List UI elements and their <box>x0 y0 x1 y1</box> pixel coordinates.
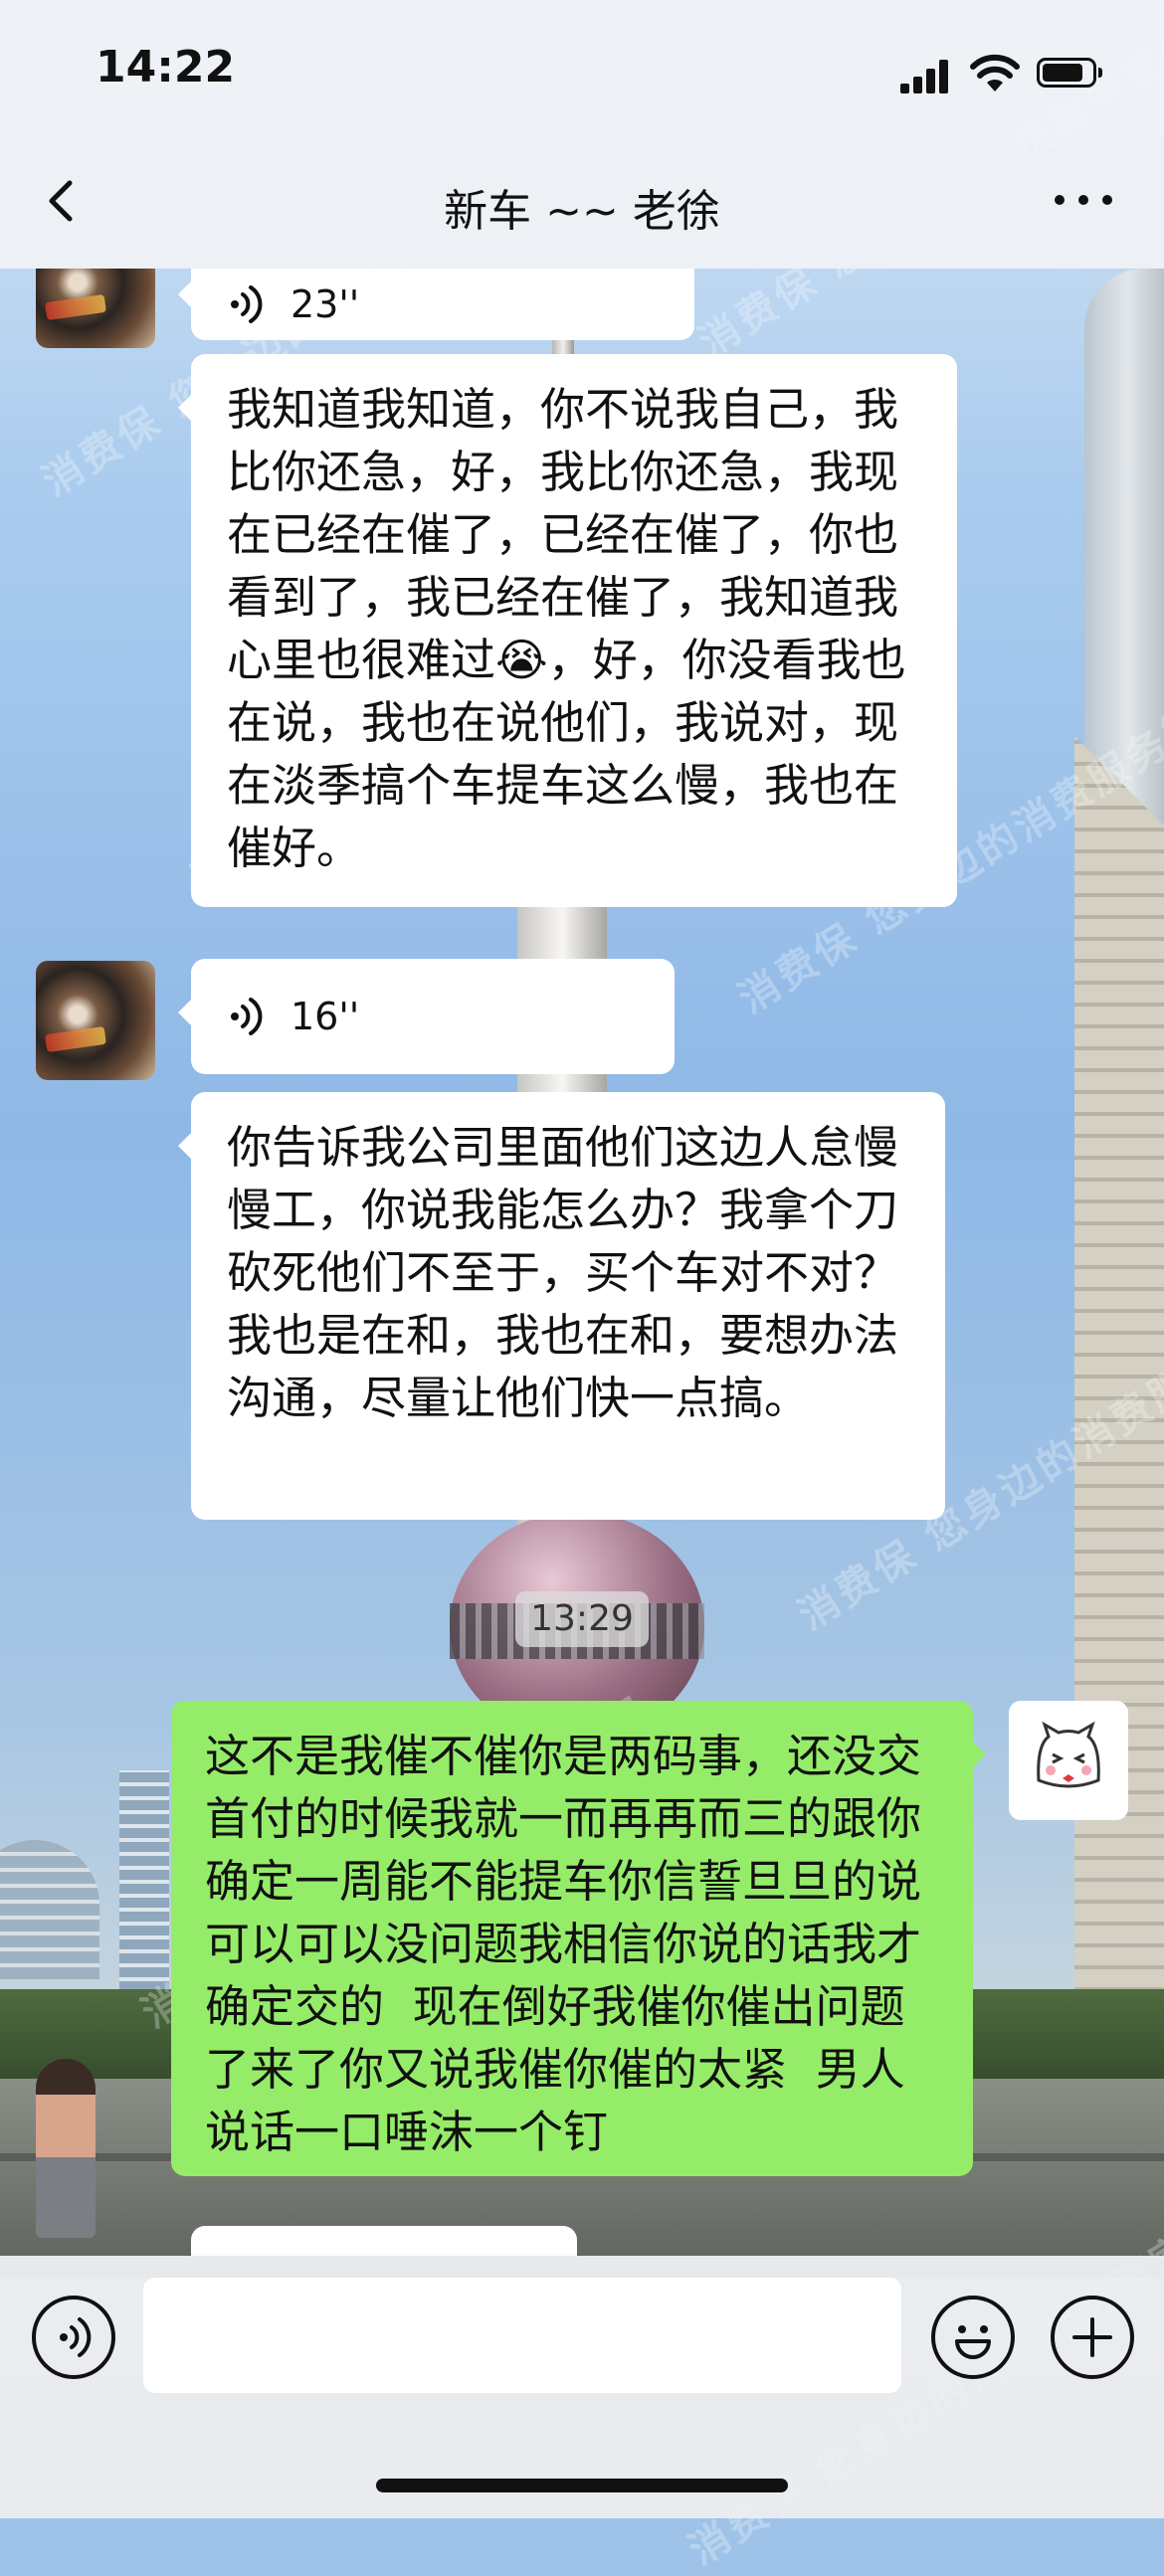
battery-icon <box>1037 58 1102 88</box>
peer-avatar[interactable] <box>36 269 155 348</box>
emoji-icon <box>955 2325 991 2359</box>
voice-wave-icon <box>231 998 263 1035</box>
status-time: 14:22 <box>96 42 236 92</box>
plus-icon <box>1072 2317 1112 2357</box>
text-message-self[interactable]: 这不是我催不催你是两码事，还没交首付的时候我就一而再再而三的跟你确定一周能不能提… <box>171 1701 986 2176</box>
timestamp-divider: 13:29 <box>515 1591 649 1647</box>
voice-duration: 16'' <box>291 994 360 1038</box>
plus-button[interactable] <box>1051 2296 1134 2379</box>
voice-input-icon <box>60 2317 92 2357</box>
wifi-icon <box>970 54 1020 92</box>
home-indicator[interactable] <box>376 2479 788 2492</box>
self-avatar[interactable] <box>1009 1701 1128 1820</box>
chat-title: 新车 ~~ 老徐 <box>444 186 720 237</box>
status-bar: 14:22 <box>0 0 1164 129</box>
text-message[interactable] <box>191 2226 577 2256</box>
voice-input-button[interactable] <box>32 2296 115 2379</box>
voice-wave-icon <box>231 285 263 323</box>
message-input[interactable] <box>143 2278 901 2393</box>
cellular-signal-icon <box>900 60 950 93</box>
peer-avatar[interactable] <box>36 961 155 1080</box>
input-bar <box>0 2256 1164 2518</box>
chat-header: 新车 ~~ 老徐 <box>0 129 1164 269</box>
voice-duration: 23'' <box>291 281 360 326</box>
cat-sticker-icon <box>1037 1721 1100 1788</box>
emoji-button[interactable] <box>931 2296 1015 2379</box>
voice-message[interactable]: 16'' <box>178 959 675 1074</box>
text-message[interactable]: 你告诉我公司里面他们这边人怠慢慢工，你说我能怎么办？我拿个刀砍死他们不至于，买个… <box>178 1092 945 1520</box>
message-list[interactable]: 23'' 我知道我知道，你不说我自己，我比你还急，好，我比你还急，我现在已经在催… <box>0 269 1164 2256</box>
voice-message[interactable]: 23'' <box>178 269 694 340</box>
more-dots-icon[interactable] <box>1055 193 1114 207</box>
text-message[interactable]: 我知道我知道，你不说我自己，我比你还急，好，我比你还急，我现在已经在催了，已经在… <box>178 354 957 907</box>
